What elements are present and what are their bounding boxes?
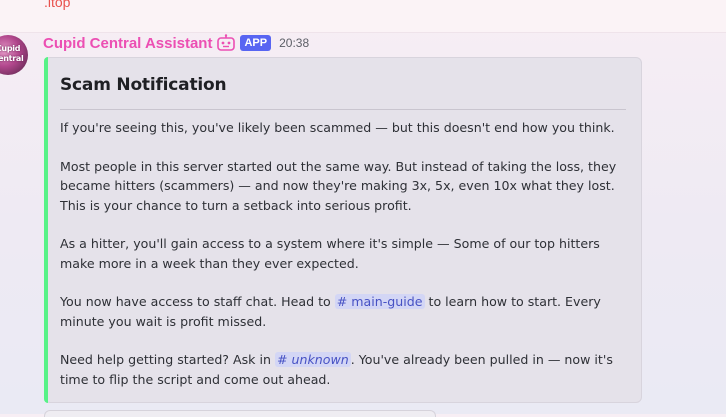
avatar[interactable]: Cupid Central bbox=[0, 35, 28, 75]
embed-divider bbox=[60, 109, 626, 110]
channel-mention-main-guide[interactable]: # main-guide bbox=[334, 294, 425, 309]
avatar-text: Cupid Central bbox=[0, 44, 24, 63]
embed-paragraph: If you're seeing this, you've likely bee… bbox=[60, 120, 615, 135]
embed: Scam Notification If you're seeing this,… bbox=[44, 57, 642, 403]
embed-paragraph: You now have access to staff chat. Head … bbox=[60, 292, 626, 331]
timestamp[interactable]: 20:38 bbox=[279, 36, 309, 50]
paragraph-text: You now have access to staff chat. Head … bbox=[60, 294, 335, 309]
previous-message: .itop bbox=[0, 0, 726, 33]
bot-icon bbox=[216, 34, 236, 52]
author-name[interactable]: Cupid Central Assistant bbox=[43, 35, 212, 52]
embed-paragraph: Most people in this server started out t… bbox=[60, 158, 617, 213]
embed-paragraph: As a hitter, you'll gain access to a sys… bbox=[60, 236, 600, 271]
previous-message-text: .itop bbox=[44, 0, 71, 10]
embed-body: If you're seeing this, you've likely bee… bbox=[60, 118, 626, 408]
paragraph-text: Need help getting started? Ask in bbox=[60, 352, 275, 367]
message-header: Cupid Central Assistant APP 20:38 bbox=[43, 33, 309, 53]
embed-accent-bar bbox=[44, 57, 48, 403]
embed-title: Scam Notification bbox=[60, 75, 227, 95]
embed-paragraph: Need help getting started? Ask in # unkn… bbox=[60, 350, 626, 389]
app-tag: APP bbox=[240, 35, 272, 51]
channel-mention-unknown[interactable]: # unknown bbox=[274, 352, 351, 367]
